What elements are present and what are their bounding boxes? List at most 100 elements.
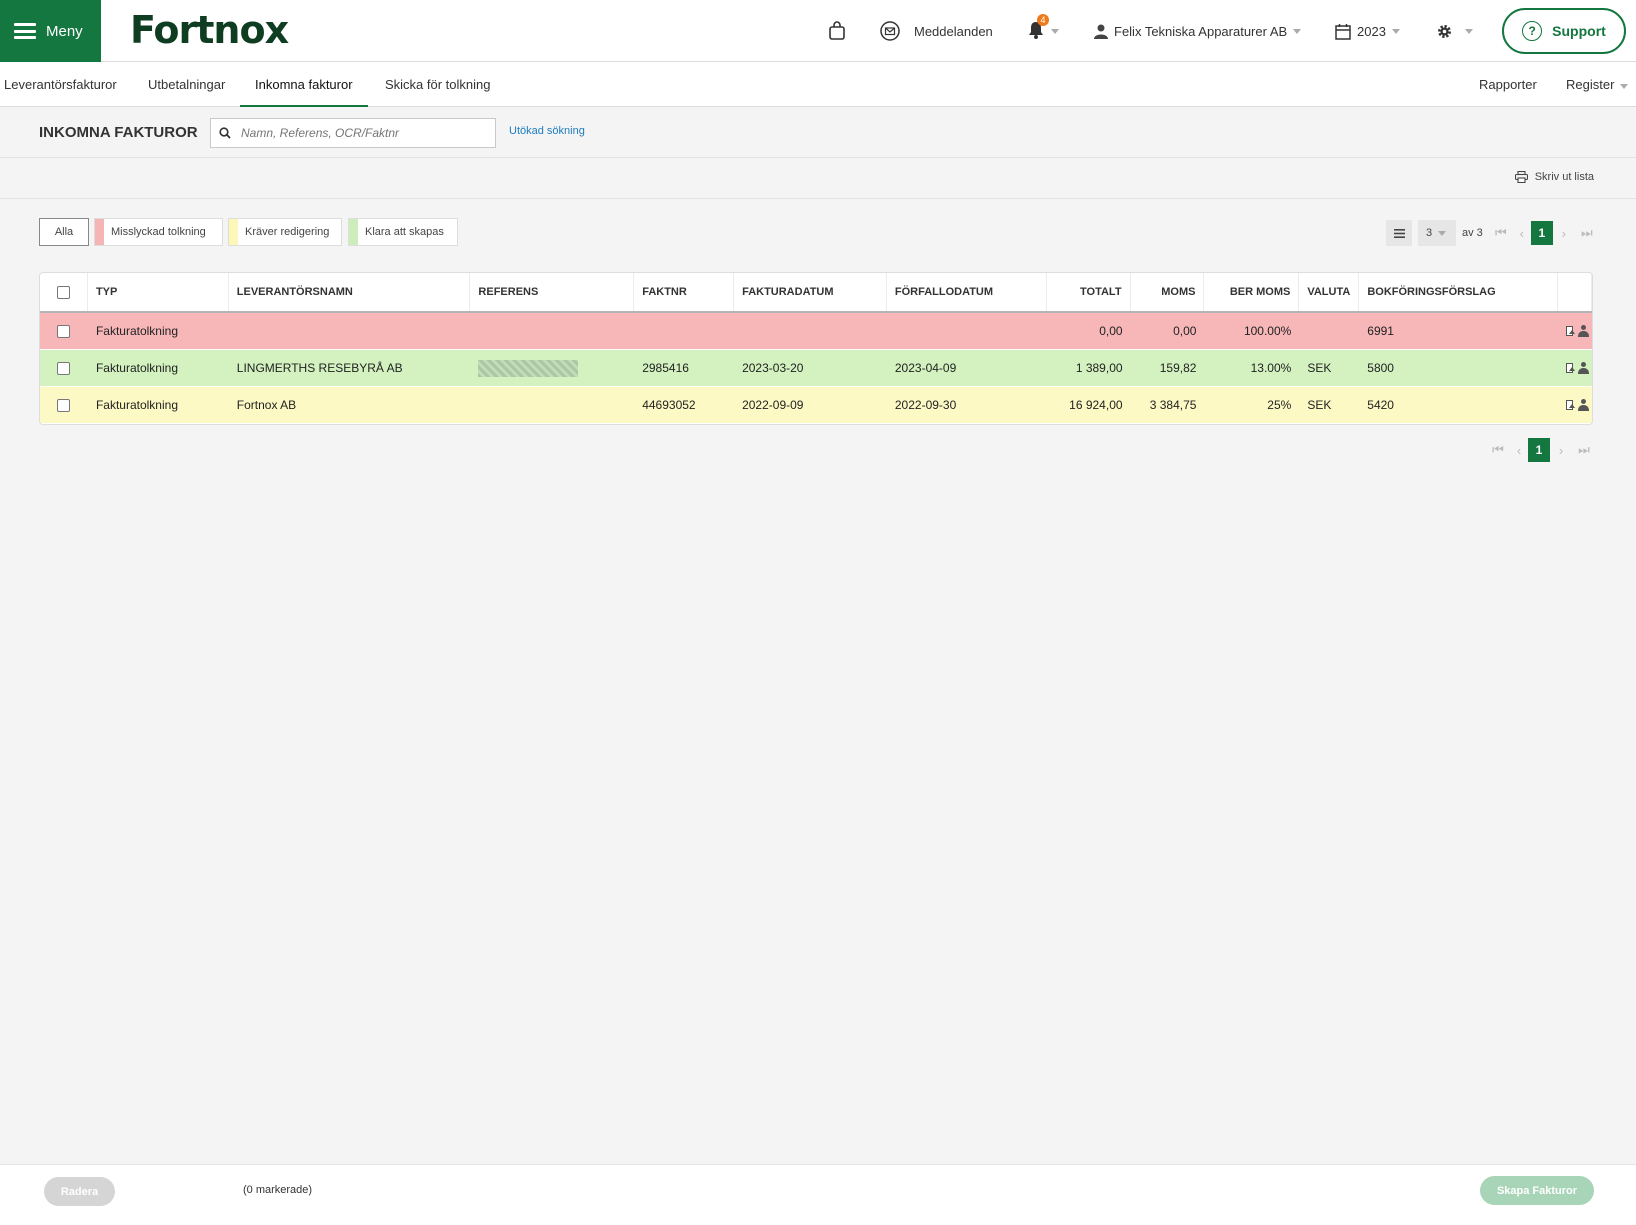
- support-button[interactable]: ? Support: [1502, 8, 1626, 54]
- list-view-button[interactable]: [1386, 220, 1412, 246]
- chevron-down-icon: [1051, 28, 1059, 34]
- advanced-search-link[interactable]: Utökad sökning: [509, 125, 585, 137]
- cell-invoice-no: [634, 313, 734, 349]
- header-moms[interactable]: MOMS: [1131, 273, 1205, 311]
- print-label: Skriv ut lista: [1534, 171, 1594, 183]
- delete-button[interactable]: Radera: [44, 1177, 115, 1206]
- header-ber-moms[interactable]: BER MOMS: [1204, 273, 1300, 311]
- tab-rapporter[interactable]: Rapporter: [1479, 62, 1537, 107]
- row-checkbox-cell: [40, 313, 88, 349]
- chevron-left-icon: ‹: [1516, 442, 1522, 458]
- cell-calc-vat: 100.00%: [1243, 324, 1292, 338]
- redacted-reference: [478, 359, 579, 377]
- filter-failed[interactable]: Misslyckad tolkning: [94, 218, 223, 246]
- filter-ready[interactable]: Klara att skapas: [348, 218, 458, 246]
- last-page-button[interactable]: ⏭: [1572, 437, 1596, 463]
- chevron-down-icon: [1391, 28, 1400, 34]
- header-referens[interactable]: REFERENS: [470, 273, 635, 311]
- tab-utbetalningar[interactable]: Utbetalningar: [148, 62, 225, 107]
- table-header: TYP LEVERANTÖRSNAMN REFERENS FAKTNR FAKT…: [40, 273, 1592, 313]
- user-icon[interactable]: [1578, 362, 1589, 374]
- tab-leverantorsfakturor[interactable]: Leverantörsfakturor: [4, 62, 117, 107]
- header-forfallodatum[interactable]: FÖRFALLODATUM: [887, 273, 1047, 311]
- cell-account-suggestion: 5800: [1367, 361, 1394, 375]
- cell-vat: 0,00: [1173, 324, 1197, 338]
- prev-page-button[interactable]: ‹: [1510, 437, 1528, 463]
- row-checkbox-cell: [40, 350, 88, 386]
- first-page-icon: ⏮: [1492, 442, 1504, 457]
- shopping-bag-icon: [829, 21, 845, 40]
- tab-skicka-for-tolkning[interactable]: Skicka för tolkning: [385, 62, 491, 107]
- filter-label: Misslyckad tolkning: [111, 226, 206, 238]
- fortnox-logo[interactable]: Fortnox: [130, 8, 289, 52]
- next-page-button[interactable]: ›: [1553, 220, 1575, 246]
- search-input[interactable]: [241, 126, 481, 140]
- first-page-button[interactable]: ⏮: [1486, 437, 1510, 463]
- cell-currency: SEK: [1307, 398, 1332, 412]
- image-icon[interactable]: [1565, 363, 1575, 373]
- current-page[interactable]: 1: [1530, 221, 1553, 245]
- company-selector[interactable]: Felix Tekniska Apparaturer AB: [1094, 0, 1302, 62]
- header-bokforingsforslag[interactable]: BOKFÖRINGSFÖRSLAG: [1359, 273, 1559, 311]
- chevron-down-icon: [1438, 230, 1447, 236]
- prev-page-button[interactable]: ‹: [1513, 220, 1531, 246]
- create-invoices-button[interactable]: Skapa Fakturor: [1480, 1176, 1594, 1205]
- table-row[interactable]: Fakturatolkning LINGMERTHS RESEBYRÅ AB 2…: [40, 350, 1592, 387]
- notifications-button[interactable]: 4: [1027, 0, 1059, 62]
- messages-button[interactable]: Meddelanden: [880, 0, 993, 62]
- cell-due-date: [887, 313, 1047, 349]
- user-icon[interactable]: [1578, 399, 1589, 411]
- chevron-right-icon: ›: [1561, 225, 1566, 241]
- filter-needs-editing[interactable]: Kräver redigering: [228, 218, 342, 246]
- chevron-down-icon: [1293, 28, 1302, 34]
- select-all-checkbox[interactable]: [56, 285, 70, 299]
- settings-button[interactable]: [1436, 0, 1473, 62]
- first-page-button[interactable]: ⏮: [1489, 220, 1513, 246]
- status-swatch: [229, 219, 238, 245]
- page-count: av 3: [1462, 227, 1483, 239]
- table-row[interactable]: Fakturatolkning 0,00 0,00 100.00% 6991: [40, 313, 1592, 350]
- current-page[interactable]: 1: [1528, 438, 1550, 462]
- header-faktnr[interactable]: FAKTNR: [634, 273, 735, 311]
- filter-all[interactable]: Alla: [39, 218, 89, 246]
- header-typ[interactable]: TYP: [88, 273, 229, 311]
- cell-reference: [470, 350, 634, 386]
- header-valuta[interactable]: VALUTA: [1299, 273, 1360, 311]
- user-icon[interactable]: [1578, 325, 1589, 337]
- image-icon[interactable]: [1565, 326, 1575, 336]
- menu-button[interactable]: Meny: [0, 0, 101, 62]
- user-icon: [1094, 24, 1108, 39]
- header-totalt[interactable]: TOTALT: [1047, 273, 1131, 311]
- cell-invoice-no: 44693052: [642, 398, 696, 412]
- row-actions: [1558, 313, 1592, 349]
- cell-supplier: LINGMERTHS RESEBYRÅ AB: [236, 361, 403, 375]
- last-page-button[interactable]: ⏭: [1575, 220, 1599, 246]
- tab-register[interactable]: Register: [1566, 62, 1629, 107]
- cell-account-suggestion: 6991: [1367, 324, 1394, 338]
- header-leverantorsnamn[interactable]: LEVERANTÖRSNAMN: [229, 273, 471, 311]
- shop-button[interactable]: [828, 0, 846, 62]
- pager-bottom: ⏮ ‹ 1 › ⏭: [1486, 436, 1596, 464]
- filter-label: Klara att skapas: [365, 226, 444, 238]
- page-title: INKOMNA FAKTUROR: [39, 124, 198, 141]
- next-page-button[interactable]: ›: [1550, 437, 1572, 463]
- image-icon[interactable]: [1565, 400, 1575, 410]
- print-row: Skriv ut lista: [0, 158, 1636, 199]
- cell-currency: [1299, 313, 1359, 349]
- header-fakturadatum[interactable]: FAKTURADATUM: [734, 273, 887, 311]
- row-checkbox[interactable]: [57, 398, 71, 412]
- search-box[interactable]: [210, 118, 496, 148]
- gear-icon: [1438, 24, 1451, 38]
- cell-due-date: 2023-04-09: [894, 361, 957, 375]
- top-bar: Meny Fortnox Meddelanden 4 Felix Teknisk…: [0, 0, 1636, 62]
- cell-calc-vat: 13.00%: [1250, 361, 1292, 375]
- row-checkbox[interactable]: [57, 361, 71, 375]
- row-checkbox[interactable]: [57, 324, 71, 338]
- year-selector[interactable]: 2023: [1335, 0, 1400, 62]
- cell-due-date: 2022-09-30: [894, 398, 957, 412]
- messages-label: Meddelanden: [914, 23, 993, 39]
- per-page-select[interactable]: 3: [1418, 220, 1456, 246]
- table-row[interactable]: Fakturatolkning Fortnox AB 44693052 2022…: [40, 387, 1592, 424]
- print-list-button[interactable]: Skriv ut lista: [1514, 171, 1594, 183]
- tab-inkomna-fakturor[interactable]: Inkomna fakturor: [240, 62, 368, 107]
